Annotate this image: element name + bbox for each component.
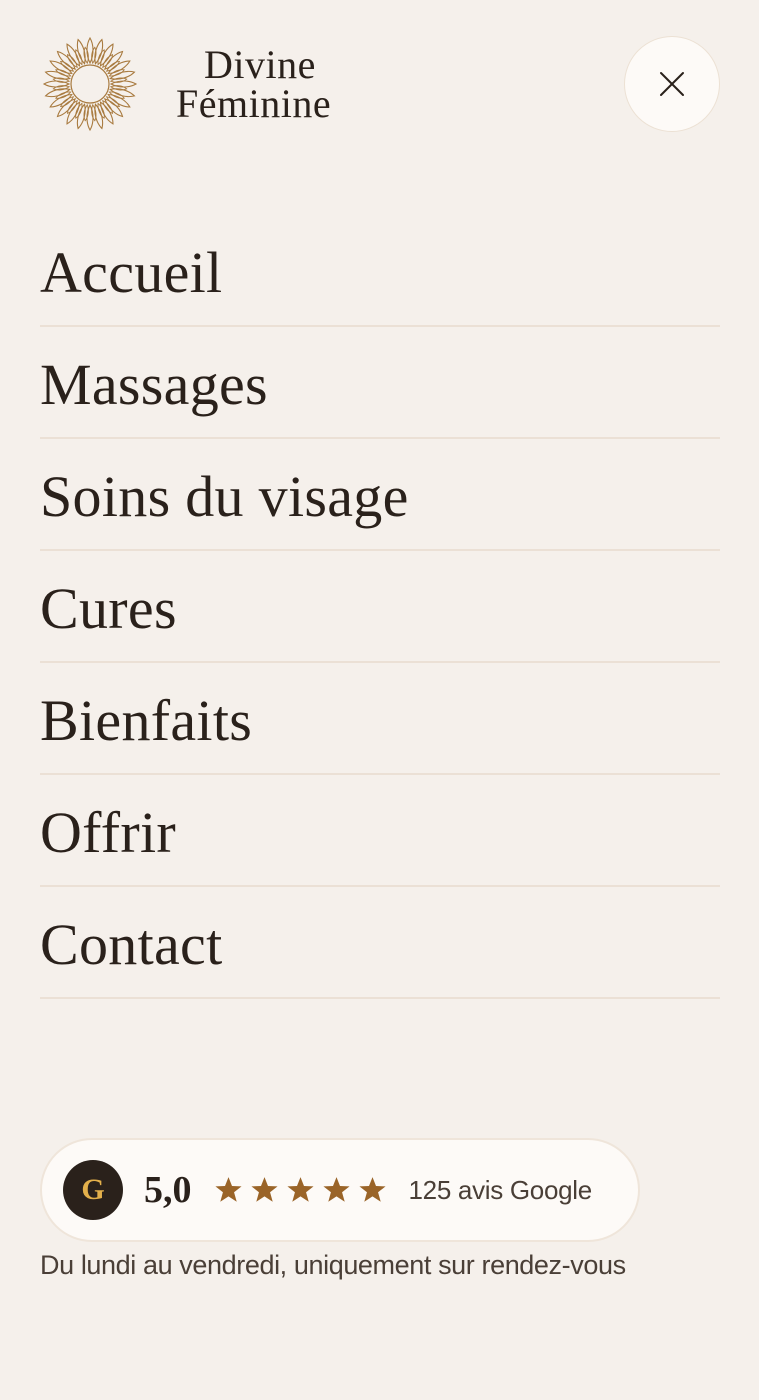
nav-link-soins-du-visage[interactable]: Soins du visage bbox=[40, 459, 409, 530]
nav-item-massages: Massages bbox=[40, 327, 720, 439]
nav-item-cures: Cures bbox=[40, 551, 720, 663]
nav-link-massages[interactable]: Massages bbox=[40, 347, 268, 418]
opening-hours: Du lundi au vendredi, uniquement sur ren… bbox=[40, 1250, 626, 1280]
rating-stars bbox=[214, 1176, 387, 1204]
nav-item-accueil: Accueil bbox=[40, 215, 720, 327]
star-icon bbox=[250, 1177, 278, 1202]
nav-link-bienfaits[interactable]: Bienfaits bbox=[40, 683, 252, 754]
brand-name-line1: Divine bbox=[204, 41, 316, 87]
star-icon bbox=[214, 1177, 242, 1202]
star-icon bbox=[286, 1177, 314, 1202]
nav-item-bienfaits: Bienfaits bbox=[40, 663, 720, 775]
main-nav: Accueil Massages Soins du visage Cures B… bbox=[40, 215, 720, 999]
nav-link-accueil[interactable]: Accueil bbox=[40, 235, 222, 306]
nav-link-offrir[interactable]: Offrir bbox=[40, 795, 176, 866]
google-reviews-badge[interactable]: G 5,0 125 avis Google bbox=[40, 1138, 640, 1242]
nav-item-contact: Contact bbox=[40, 887, 720, 999]
nav-link-cures[interactable]: Cures bbox=[40, 571, 177, 642]
close-menu-button[interactable] bbox=[624, 36, 720, 132]
google-icon: G bbox=[63, 1160, 123, 1220]
star-icon bbox=[358, 1177, 386, 1202]
brand-name: Divine Féminine bbox=[176, 41, 332, 126]
nav-item-offrir: Offrir bbox=[40, 775, 720, 887]
header: Divine Féminine bbox=[0, 0, 759, 170]
close-icon bbox=[660, 72, 684, 96]
nav-link-contact[interactable]: Contact bbox=[40, 907, 223, 978]
brand-name-line2: Féminine bbox=[176, 81, 332, 126]
nav-item-soins-du-visage: Soins du visage bbox=[40, 439, 720, 551]
sun-flower-icon bbox=[42, 36, 138, 132]
review-count: 125 avis Google bbox=[408, 1174, 593, 1205]
star-icon bbox=[322, 1177, 350, 1202]
brand-logo[interactable]: Divine Féminine bbox=[40, 34, 331, 134]
rating-score: 5,0 bbox=[144, 1169, 192, 1211]
